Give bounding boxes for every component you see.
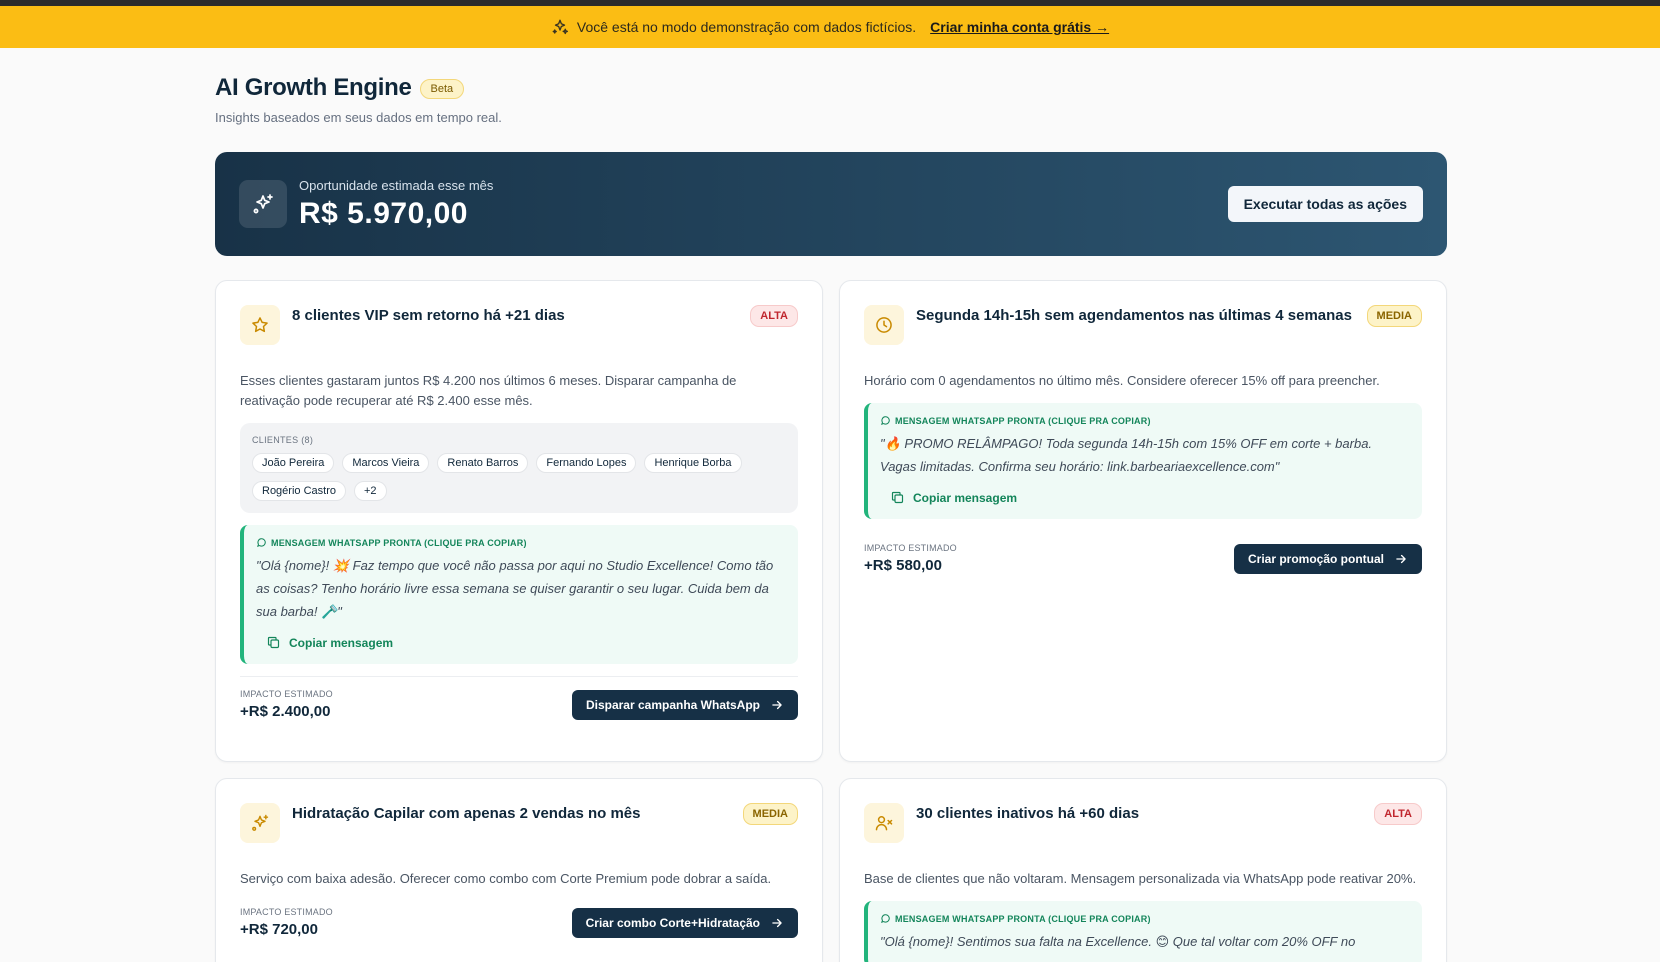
card-divider — [240, 676, 798, 677]
card-icon-box — [240, 803, 280, 843]
whatsapp-message-text: "Olá {nome}! 💥 Faz tempo que você não pa… — [256, 558, 774, 619]
impact-value: +R$ 580,00 — [864, 557, 942, 574]
whatsapp-message-text: "🔥 PROMO RELÂMPAGO! Toda segunda 14h-15h… — [880, 436, 1373, 474]
hero-label: Oportunidade estimada esse mês — [299, 177, 494, 193]
hero-text: Oportunidade estimada esse mês R$ 5.970,… — [299, 178, 493, 231]
card-header: 30 clientes inativos há +60 dias ALTA — [864, 803, 1422, 843]
sparkles-icon — [252, 814, 269, 831]
card-footer: IMPACTO ESTIMADO +R$ 580,00 Criar promoç… — [864, 543, 1422, 574]
card-description: Esses clientes gastaram juntos R$ 4.200 … — [240, 373, 737, 408]
create-promotion-button[interactable]: Criar promoção pontual — [1233, 544, 1422, 574]
page-title: AI Growth Engine — [215, 74, 412, 101]
whatsapp-label-text: MENSAGEM WHATSAPP PRONTA (CLIQUE PRA COP… — [271, 537, 527, 548]
impact-label: IMPACTO ESTIMADO — [864, 543, 957, 553]
beta-badge: Beta — [419, 79, 465, 99]
priority-badge: MEDIA — [1366, 305, 1422, 327]
impact-label: IMPACTO ESTIMADO — [240, 907, 333, 917]
arrow-right-icon — [1396, 554, 1406, 564]
card-description: Base de clientes que não voltaram. Mensa… — [864, 871, 1417, 886]
whatsapp-message-box[interactable]: MENSAGEM WHATSAPP PRONTA (CLIQUE PRA COP… — [240, 525, 798, 664]
client-chip[interactable]: Renato Barros — [437, 453, 529, 473]
more-clients-chip[interactable]: +2 — [353, 481, 387, 501]
page-subtitle: Insights baseados em seus dados em tempo… — [215, 110, 502, 125]
priority-badge: MEDIA — [742, 803, 798, 825]
impact-label: IMPACTO ESTIMADO — [240, 689, 333, 699]
impact-block: IMPACTO ESTIMADO +R$ 580,00 — [864, 543, 957, 574]
copy-message-label: Copiar mensagem — [289, 635, 394, 650]
card-title: Segunda 14h-15h sem agendamentos nas últ… — [916, 307, 1352, 324]
demo-banner-text: Você está no modo demonstração com dados… — [576, 19, 917, 35]
clients-label: CLIENTES (8) — [252, 435, 314, 445]
whatsapp-label: MENSAGEM WHATSAPP PRONTA (CLIQUE PRA COP… — [880, 913, 1410, 924]
impact-block: IMPACTO ESTIMADO +R$ 2.400,00 — [240, 689, 333, 720]
whatsapp-label-text: MENSAGEM WHATSAPP PRONTA (CLIQUE PRA COP… — [895, 415, 1151, 426]
clock-icon — [876, 317, 892, 333]
copy-icon — [267, 636, 280, 649]
insight-card-schedule: Segunda 14h-15h sem agendamentos nas últ… — [839, 280, 1447, 762]
chat-bubble-icon — [257, 538, 266, 547]
card-footer: IMPACTO ESTIMADO +R$ 2.400,00 Disparar c… — [240, 689, 798, 720]
hero-icon-box — [239, 180, 287, 228]
priority-badge: ALTA — [750, 305, 798, 327]
copy-message-label: Copiar mensagem — [913, 490, 1018, 505]
whatsapp-message-box[interactable]: MENSAGEM WHATSAPP PRONTA (CLIQUE PRA COP… — [864, 403, 1422, 519]
card-title: 30 clientes inativos há +60 dias — [916, 805, 1140, 822]
hero-value: R$ 5.970,00 — [299, 196, 468, 230]
sparkles-icon — [253, 194, 273, 214]
card-title: Hidratação Capilar com apenas 2 vendas n… — [292, 805, 641, 822]
card-icon-box — [240, 305, 280, 345]
card-header: 8 clientes VIP sem retorno há +21 dias A… — [240, 305, 798, 345]
card-icon-box — [864, 803, 904, 843]
action-label: Criar promoção pontual — [1247, 552, 1384, 566]
whatsapp-message-text: "Olá {nome}! Sentimos sua falta na Excel… — [880, 934, 1356, 949]
copy-message-button[interactable]: Copiar mensagem — [880, 490, 1410, 505]
impact-block: IMPACTO ESTIMADO +R$ 720,00 — [240, 907, 333, 938]
arrow-right-icon — [772, 918, 782, 928]
client-chips: João Pereira Marcos Vieira Renato Barros… — [252, 453, 786, 501]
sparkles-icon — [552, 19, 568, 35]
impact-value: +R$ 2.400,00 — [240, 703, 331, 720]
client-chip[interactable]: Fernando Lopes — [536, 453, 637, 473]
card-header: Segunda 14h-15h sem agendamentos nas últ… — [864, 305, 1422, 345]
impact-value: +R$ 720,00 — [240, 921, 318, 938]
client-chip[interactable]: Rogério Castro — [252, 481, 346, 501]
insight-card-inactive: 30 clientes inativos há +60 dias ALTA Ba… — [839, 778, 1447, 962]
star-icon — [252, 317, 268, 333]
action-label: Criar combo Corte+Hidratação — [585, 916, 760, 930]
insight-card-vip: 8 clientes VIP sem retorno há +21 dias A… — [215, 280, 823, 762]
page-content: AI Growth Engine Beta Insights baseados … — [0, 48, 1660, 962]
chat-bubble-icon — [881, 914, 890, 923]
client-chip[interactable]: Marcos Vieira — [342, 453, 430, 473]
action-label: Disparar campanha WhatsApp — [585, 698, 760, 712]
card-description: Horário com 0 agendamentos no último mês… — [864, 373, 1380, 388]
arrow-right-icon — [772, 700, 782, 710]
opportunity-hero: Oportunidade estimada esse mês R$ 5.970,… — [215, 152, 1447, 256]
create-combo-button[interactable]: Criar combo Corte+Hidratação — [571, 908, 798, 938]
whatsapp-label: MENSAGEM WHATSAPP PRONTA (CLIQUE PRA COP… — [880, 415, 1410, 426]
client-chip[interactable]: João Pereira — [252, 453, 335, 473]
card-title: 8 clientes VIP sem retorno há +21 dias — [292, 307, 565, 324]
chat-bubble-icon — [881, 416, 890, 425]
card-footer: IMPACTO ESTIMADO +R$ 720,00 Criar combo … — [240, 907, 798, 938]
user-remove-icon — [875, 816, 893, 831]
whatsapp-label-text: MENSAGEM WHATSAPP PRONTA (CLIQUE PRA COP… — [895, 913, 1151, 924]
priority-badge: ALTA — [1374, 803, 1422, 825]
create-account-link[interactable]: Criar minha conta grátis → — [930, 19, 1109, 35]
card-description: Serviço com baixa adesão. Oferecer como … — [240, 871, 772, 886]
send-whatsapp-campaign-button[interactable]: Disparar campanha WhatsApp — [571, 690, 798, 720]
copy-message-button[interactable]: Copiar mensagem — [256, 635, 786, 650]
client-chip[interactable]: Henrique Borba — [644, 453, 742, 473]
clients-box: CLIENTES (8) João Pereira Marcos Vieira … — [240, 423, 798, 513]
execute-all-button[interactable]: Executar todas as ações — [1227, 186, 1423, 222]
demo-banner: Você está no modo demonstração com dados… — [0, 6, 1660, 48]
copy-icon — [891, 491, 904, 504]
title-row: AI Growth Engine Beta — [215, 74, 465, 102]
card-header: Hidratação Capilar com apenas 2 vendas n… — [240, 803, 798, 843]
card-icon-box — [864, 305, 904, 345]
whatsapp-message-box[interactable]: MENSAGEM WHATSAPP PRONTA (CLIQUE PRA COP… — [864, 901, 1422, 962]
whatsapp-label: MENSAGEM WHATSAPP PRONTA (CLIQUE PRA COP… — [256, 537, 786, 548]
insight-card-hydration: Hidratação Capilar com apenas 2 vendas n… — [215, 778, 823, 962]
